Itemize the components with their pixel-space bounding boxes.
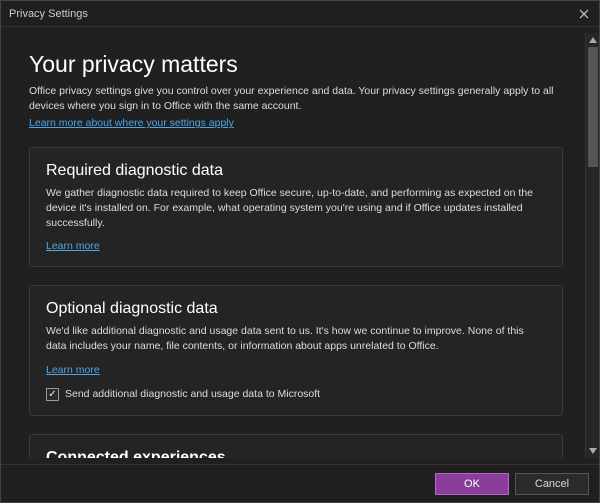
optional-title: Optional diagnostic data xyxy=(46,300,546,318)
window-title: Privacy Settings xyxy=(9,8,88,20)
required-title: Required diagnostic data xyxy=(46,162,546,180)
cancel-button[interactable]: Cancel xyxy=(515,473,589,495)
scroll-down-icon[interactable] xyxy=(586,444,599,458)
send-data-checkbox[interactable]: ✓ xyxy=(46,388,59,401)
send-data-checkbox-row[interactable]: ✓ Send additional diagnostic and usage d… xyxy=(46,388,546,401)
scroll-up-icon[interactable] xyxy=(586,33,599,47)
required-learn-more-link[interactable]: Learn more xyxy=(46,240,100,252)
optional-description: We'd like additional diagnostic and usag… xyxy=(46,324,546,353)
optional-learn-more-link[interactable]: Learn more xyxy=(46,364,100,376)
privacy-settings-window: Privacy Settings Your privacy matters Of… xyxy=(0,0,600,503)
connected-title: Connected experiences xyxy=(46,449,546,458)
vertical-scrollbar[interactable] xyxy=(585,33,599,458)
close-icon[interactable] xyxy=(577,7,591,21)
settings-apply-link[interactable]: Learn more about where your settings app… xyxy=(29,117,234,129)
scroll-content: Your privacy matters Office privacy sett… xyxy=(7,33,585,458)
connected-experiences-card: Connected experiences xyxy=(29,434,563,458)
page-heading: Your privacy matters xyxy=(29,51,563,78)
content-area: Your privacy matters Office privacy sett… xyxy=(1,27,599,464)
optional-diagnostic-card: Optional diagnostic data We'd like addit… xyxy=(29,285,563,415)
required-diagnostic-card: Required diagnostic data We gather diagn… xyxy=(29,147,563,267)
scroll-thumb[interactable] xyxy=(588,47,598,167)
page-description: Office privacy settings give you control… xyxy=(29,84,563,113)
titlebar: Privacy Settings xyxy=(1,1,599,27)
required-description: We gather diagnostic data required to ke… xyxy=(46,186,546,230)
ok-button[interactable]: OK xyxy=(435,473,509,495)
send-data-checkbox-label: Send additional diagnostic and usage dat… xyxy=(65,388,320,400)
dialog-footer: OK Cancel xyxy=(1,464,599,502)
